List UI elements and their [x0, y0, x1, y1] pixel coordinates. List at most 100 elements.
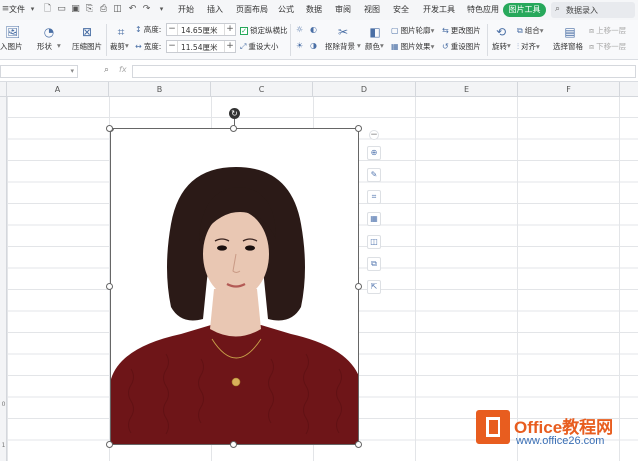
send-backward-button[interactable]: ⧈ 下移一层: [589, 41, 626, 52]
collapse-toolbar-icon[interactable]: −: [369, 130, 379, 140]
width-value[interactable]: 11.54厘米: [181, 42, 217, 53]
tab-picture-tools[interactable]: 图片工具: [503, 3, 546, 17]
group-button[interactable]: ⧉ 组合▾: [517, 25, 543, 36]
reset-size-button[interactable]: ⤢ 重设大小: [240, 41, 278, 52]
column-header-a[interactable]: A: [7, 82, 109, 97]
select-all-corner[interactable]: [0, 82, 7, 97]
chevron-down-icon[interactable]: ▾: [380, 41, 384, 50]
undo-icon[interactable]: ↶: [127, 4, 138, 15]
chevron-down-icon[interactable]: ▾: [70, 67, 74, 75]
grid-layout-icon[interactable]: ▦: [367, 212, 381, 226]
remove-background-button[interactable]: 抠除背景: [325, 41, 355, 52]
decrement-button[interactable]: −: [167, 24, 178, 35]
tab-home[interactable]: 开始: [178, 4, 194, 15]
tab-security[interactable]: 安全: [393, 4, 409, 15]
rotate-handle-icon[interactable]: ↻: [229, 108, 240, 119]
customize-icon[interactable]: ▾: [156, 4, 167, 15]
search-box[interactable]: ⌕ 数据录入: [551, 2, 635, 18]
name-box[interactable]: ▾: [0, 65, 78, 78]
shape-button[interactable]: 形状: [37, 41, 52, 52]
resize-handle-bottom[interactable]: [230, 441, 237, 448]
width-stepper[interactable]: − 11.54厘米 +: [166, 40, 236, 53]
tab-developer[interactable]: 开发工具: [423, 4, 455, 15]
tab-page-layout[interactable]: 页面布局: [236, 4, 268, 15]
row-headers: 0 1: [0, 97, 7, 461]
lock-ratio-checkbox[interactable]: ✓ 锁定纵横比: [240, 25, 288, 36]
crop-icon[interactable]: ⌗: [367, 190, 381, 204]
resize-handle-top[interactable]: [230, 125, 237, 132]
resize-handle-right[interactable]: [355, 283, 362, 290]
brightness-up-icon[interactable]: ☼: [296, 25, 305, 34]
insert-function-button[interactable]: fx: [119, 65, 127, 74]
redo-icon[interactable]: ↷: [141, 4, 152, 15]
crop-button[interactable]: 裁剪: [110, 41, 125, 52]
chevron-down-icon[interactable]: ▾: [125, 41, 129, 50]
export-icon[interactable]: ⎘: [84, 4, 95, 15]
bring-forward-button[interactable]: ⧈ 上移一层: [589, 25, 626, 36]
insert-picture-button[interactable]: 入图片: [0, 41, 23, 52]
align-button[interactable]: ⫶ 对齐▾: [517, 41, 540, 52]
selection-pane-icon[interactable]: ▤: [563, 25, 577, 39]
save-icon[interactable]: ▣: [70, 4, 81, 15]
height-value[interactable]: 14.65厘米: [181, 25, 217, 36]
resize-handle-top-left[interactable]: [106, 125, 113, 132]
color-icon[interactable]: ◧: [368, 25, 382, 39]
resize-handle-left[interactable]: [106, 283, 113, 290]
row-header-label[interactable]: 0: [0, 401, 7, 408]
picture-tool-icon[interactable]: ✎: [367, 168, 381, 182]
tab-formulas[interactable]: 公式: [278, 4, 294, 15]
preview-icon[interactable]: ◫: [112, 4, 123, 15]
column-header-d[interactable]: D: [313, 82, 416, 97]
picture-effect-button[interactable]: ▦ 图片效果▾: [391, 41, 434, 52]
file-menu[interactable]: 文件: [9, 4, 25, 15]
tab-features[interactable]: 特色应用: [467, 4, 499, 15]
tab-view[interactable]: 视图: [364, 4, 380, 15]
change-picture-button[interactable]: ⇆ 更改图片: [442, 25, 481, 36]
color-button[interactable]: 颜色: [365, 41, 380, 52]
compress-picture-button[interactable]: 压缩图片: [72, 41, 102, 52]
export-picture-icon[interactable]: ⇱: [367, 280, 381, 294]
selection-pane-button[interactable]: 选择窗格: [553, 41, 583, 52]
column-header-c[interactable]: C: [211, 82, 313, 97]
resize-handle-bottom-right[interactable]: [355, 441, 362, 448]
chevron-down-icon[interactable]: ▾: [357, 41, 361, 50]
rotate-icon[interactable]: ⟲: [494, 25, 508, 39]
height-stepper[interactable]: − 14.65厘米 +: [166, 23, 236, 36]
reset-picture-button[interactable]: ↺ 重设图片: [442, 41, 481, 52]
column-header-g[interactable]: [620, 82, 638, 97]
picture-outline-button[interactable]: ▢ 图片轮廓▾: [391, 25, 434, 36]
open-folder-icon[interactable]: ▭: [56, 4, 67, 15]
chevron-down-icon[interactable]: ▾: [27, 4, 38, 15]
rotate-button[interactable]: 旋转: [492, 41, 507, 52]
row-header-label[interactable]: 1: [0, 442, 7, 449]
picture-icon[interactable]: 🖼: [5, 25, 20, 39]
contrast-down-icon[interactable]: ◑: [310, 41, 319, 50]
new-file-icon[interactable]: 🗋: [42, 4, 53, 15]
compress-icon[interactable]: ⊠: [80, 25, 94, 39]
tab-review[interactable]: 审阅: [335, 4, 351, 15]
column-header-f[interactable]: F: [518, 82, 620, 97]
zoom-icon[interactable]: ⌕: [104, 65, 109, 75]
outline-icon[interactable]: ◫: [367, 235, 381, 249]
brightness-down-icon[interactable]: ☀: [296, 41, 305, 50]
resize-handle-bottom-left[interactable]: [106, 441, 113, 448]
column-header-e[interactable]: E: [416, 82, 518, 97]
crop-icon[interactable]: ⌗: [114, 25, 128, 39]
shape-icon[interactable]: ◔: [42, 25, 56, 39]
layers-icon[interactable]: ⧉: [367, 257, 381, 271]
chevron-down-icon[interactable]: ▾: [57, 41, 61, 50]
tab-insert[interactable]: 插入: [207, 4, 223, 15]
resize-handle-top-right[interactable]: [355, 125, 362, 132]
portrait-photo[interactable]: [110, 128, 359, 445]
increment-button[interactable]: +: [224, 24, 235, 35]
contrast-up-icon[interactable]: ◐: [310, 25, 319, 34]
decrement-button[interactable]: −: [167, 41, 178, 52]
chevron-down-icon[interactable]: ▾: [507, 41, 511, 50]
column-header-b[interactable]: B: [109, 82, 211, 97]
zoom-in-icon[interactable]: ⊕: [367, 146, 381, 160]
remove-background-icon[interactable]: ✂: [336, 25, 350, 39]
tab-data[interactable]: 数据: [306, 4, 322, 15]
print-icon[interactable]: ⎙: [98, 4, 109, 15]
formula-input[interactable]: [132, 65, 636, 78]
increment-button[interactable]: +: [224, 41, 235, 52]
